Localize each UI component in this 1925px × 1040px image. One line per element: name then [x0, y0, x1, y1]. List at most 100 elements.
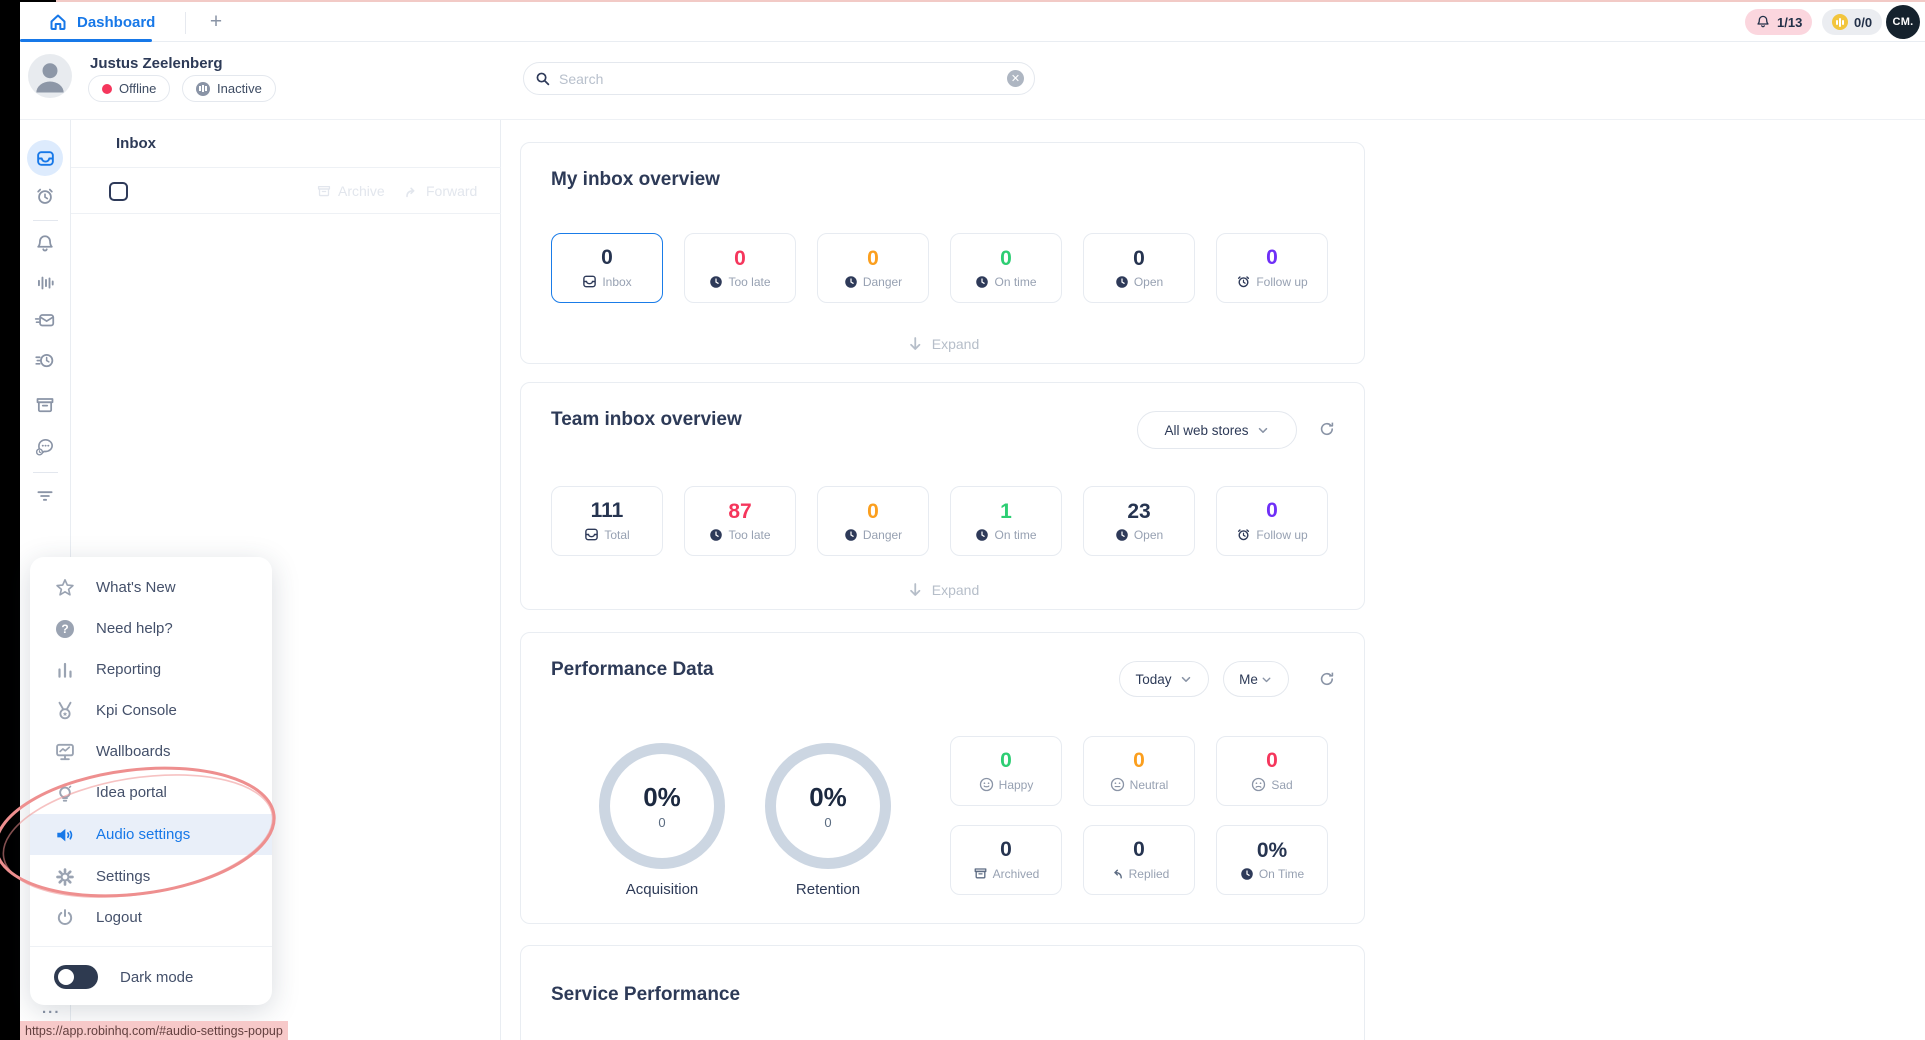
stat-label: Replied — [1129, 867, 1170, 881]
menu-item-idea-portal[interactable]: Idea portal — [30, 772, 272, 813]
notification-badge[interactable]: 1/13 — [1745, 9, 1812, 35]
stat-card-on-time-pct[interactable]: 0% On Time — [1216, 825, 1328, 895]
dark-mode-toggle[interactable] — [54, 965, 98, 989]
workspace-avatar[interactable]: CM. — [1886, 5, 1920, 39]
status-inactive-badge[interactable]: Inactive — [182, 75, 276, 102]
alarm-icon — [1236, 527, 1251, 542]
gauge-label: Retention — [796, 881, 860, 898]
stat-card-replied[interactable]: 0 Replied — [1083, 825, 1195, 895]
star-icon — [54, 577, 76, 599]
menu-item-label: Audio settings — [96, 826, 190, 843]
stat-card-happy[interactable]: 0 Happy — [950, 736, 1062, 806]
expand-button[interactable]: Expand — [906, 581, 979, 599]
chevron-down-icon — [1256, 423, 1270, 437]
archive-box-icon — [34, 394, 56, 416]
link-url: https://app.robinhq.com/#audio-settings-… — [25, 1024, 283, 1038]
stat-label: Happy — [999, 778, 1034, 792]
scope-label: Me — [1239, 672, 1258, 687]
menu-item-whats-new[interactable]: What's New — [30, 567, 272, 608]
sidebar-item-filter[interactable] — [34, 485, 56, 507]
dark-mode-label: Dark mode — [120, 969, 193, 986]
stat-card-danger[interactable]: 0 Danger — [817, 233, 929, 303]
stat-card-open[interactable]: 23 Open — [1083, 486, 1195, 556]
clock-icon — [975, 275, 989, 289]
tab-separator — [185, 12, 186, 34]
stat-card-neutral[interactable]: 0 Neutral — [1083, 736, 1195, 806]
reply-icon — [1109, 866, 1124, 881]
inactive-icon — [196, 82, 210, 96]
clock-icon — [975, 528, 989, 542]
gauge-sub-value: 0 — [658, 815, 665, 830]
select-all-checkbox[interactable] — [109, 182, 128, 201]
stat-card-follow-up[interactable]: 0 Follow up — [1216, 486, 1328, 556]
arrow-down-icon — [906, 581, 924, 599]
menu-item-settings[interactable]: Settings — [30, 856, 272, 897]
chevron-down-icon — [1260, 673, 1273, 686]
stat-card-total[interactable]: 111 Total — [551, 486, 663, 556]
sidebar-item-sent[interactable] — [34, 309, 56, 331]
refresh-icon[interactable] — [1317, 419, 1337, 439]
tab-dashboard[interactable]: Dashboard — [30, 2, 173, 42]
bar-chart-icon — [54, 659, 76, 681]
menu-item-kpi-console[interactable]: Kpi Console — [30, 690, 272, 731]
stat-value: 0 — [1000, 839, 1012, 860]
new-tab-button[interactable]: + — [202, 8, 230, 36]
gear-icon — [54, 866, 76, 888]
section-title: Service Performance — [551, 984, 740, 1006]
alarm-icon — [34, 185, 56, 207]
menu-item-audio-settings[interactable]: Audio settings — [30, 814, 272, 855]
user-avatar[interactable] — [28, 54, 72, 98]
menu-item-reporting[interactable]: Reporting — [30, 649, 272, 690]
forward-label: Forward — [426, 183, 477, 199]
stat-card-danger[interactable]: 0 Danger — [817, 486, 929, 556]
expand-label: Expand — [932, 582, 979, 598]
archive-button[interactable]: Archive — [316, 183, 385, 199]
refresh-icon[interactable] — [1317, 669, 1337, 689]
stat-label: Danger — [863, 275, 902, 289]
stat-card-sad[interactable]: 0 Sad — [1216, 736, 1328, 806]
store-filter-dropdown[interactable]: All web stores — [1137, 411, 1297, 449]
stat-card-open[interactable]: 0 Open — [1083, 233, 1195, 303]
stat-card-inbox[interactable]: 0 Inbox — [551, 233, 663, 303]
menu-item-label: Kpi Console — [96, 702, 177, 719]
menu-item-logout[interactable]: Logout — [30, 897, 272, 938]
stat-label: Open — [1134, 528, 1163, 542]
stat-value: 0 — [1133, 750, 1145, 771]
stat-label: Sad — [1271, 778, 1292, 792]
audio-activity-badge[interactable]: 0/0 — [1822, 9, 1882, 35]
bell-icon — [1755, 14, 1771, 30]
stat-label: Follow up — [1256, 528, 1307, 542]
sidebar-item-voice[interactable] — [34, 272, 56, 294]
stat-value: 0 — [1133, 248, 1145, 269]
sidebar-item-snoozed[interactable] — [34, 185, 56, 207]
menu-item-need-help[interactable]: ? Need help? — [30, 608, 272, 649]
sidebar-item-archive[interactable] — [34, 394, 56, 416]
sidebar-item-pending[interactable] — [34, 349, 56, 371]
status-offline-badge[interactable]: Offline — [88, 75, 170, 102]
gauge-sub-value: 0 — [824, 815, 831, 830]
stat-card-on-time[interactable]: 1 On time — [950, 486, 1062, 556]
stat-value: 0 — [1266, 247, 1278, 268]
sidebar-item-delayed-chats[interactable] — [34, 436, 56, 458]
stat-card-follow-up[interactable]: 0 Follow up — [1216, 233, 1328, 303]
stat-card-too-late[interactable]: 0 Too late — [684, 233, 796, 303]
menu-divider — [30, 946, 272, 947]
search-icon — [534, 70, 552, 88]
stat-card-on-time[interactable]: 0 On time — [950, 233, 1062, 303]
link-preview-statusbar: https://app.robinhq.com/#audio-settings-… — [20, 1021, 288, 1040]
scope-dropdown[interactable]: Me — [1223, 661, 1289, 697]
sidebar-item-notifications[interactable] — [34, 233, 56, 255]
menu-item-wallboards[interactable]: Wallboards — [30, 731, 272, 772]
stat-card-archived[interactable]: 0 Archived — [950, 825, 1062, 895]
expand-button[interactable]: Expand — [906, 335, 979, 353]
clock-icon — [1115, 528, 1129, 542]
clear-search-icon[interactable]: ✕ — [1007, 70, 1024, 87]
stat-value: 0 — [1266, 500, 1278, 521]
status-inactive-label: Inactive — [217, 81, 262, 96]
period-dropdown[interactable]: Today — [1119, 661, 1209, 697]
sidebar-item-inbox[interactable] — [27, 140, 63, 176]
section-title: Team inbox overview — [551, 409, 742, 431]
search-input[interactable] — [559, 71, 1000, 87]
stat-card-too-late[interactable]: 87 Too late — [684, 486, 796, 556]
forward-button[interactable]: Forward — [404, 183, 477, 199]
